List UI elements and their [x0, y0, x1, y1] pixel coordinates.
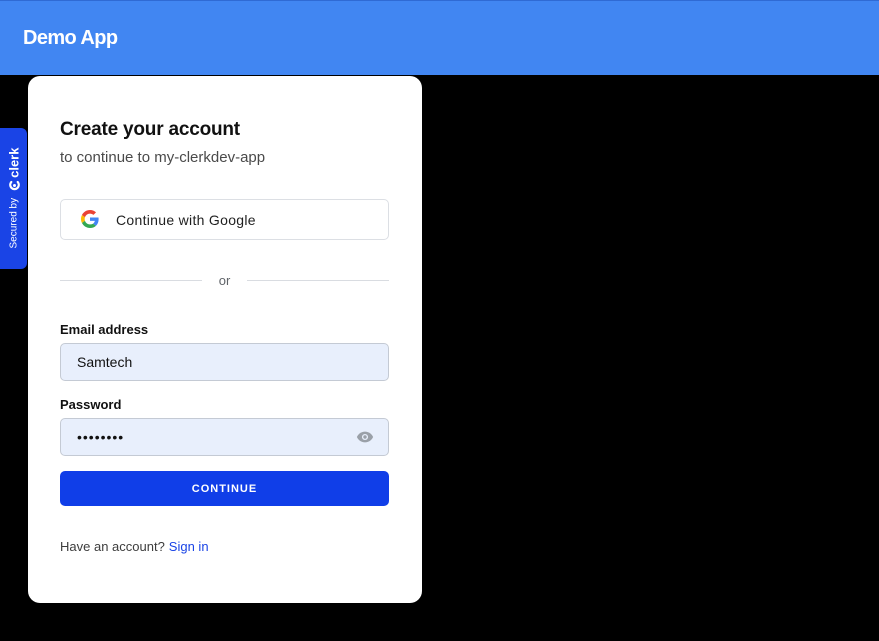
continue-with-google-button[interactable]: Continue with Google	[60, 199, 389, 240]
email-label: Email address	[60, 322, 149, 337]
have-account-text: Have an account?	[60, 539, 165, 554]
app-title: Demo App	[23, 27, 118, 49]
clerk-logo-icon	[8, 181, 20, 191]
signin-prompt: Have an account? Sign in	[60, 539, 209, 554]
sign-in-link[interactable]: Sign in	[169, 539, 209, 554]
password-field[interactable]	[60, 418, 389, 456]
password-label: Password	[60, 397, 122, 412]
google-button-label: Continue with Google	[116, 212, 256, 228]
continue-button[interactable]: CONTINUE	[60, 471, 389, 506]
badge-content: Secured by clerk	[7, 148, 22, 249]
app-header: Demo App	[0, 0, 879, 75]
google-icon	[81, 210, 99, 228]
clerk-brand-text: clerk	[6, 147, 22, 178]
signup-title: Create your account	[60, 119, 240, 140]
divider-line-right	[247, 280, 389, 281]
secured-by-label: Secured by	[8, 197, 20, 249]
signup-card: Create your account to continue to my-cl…	[28, 76, 422, 603]
divider-or: or	[218, 273, 231, 288]
signup-subtitle: to continue to my-clerkdev-app	[60, 149, 266, 166]
clerk-logo: clerk	[7, 148, 22, 192]
divider-line-left	[60, 280, 202, 281]
email-field[interactable]	[60, 343, 389, 381]
show-password-eye-icon[interactable]	[356, 429, 374, 445]
secured-by-clerk-badge[interactable]: Secured by clerk	[0, 128, 27, 269]
